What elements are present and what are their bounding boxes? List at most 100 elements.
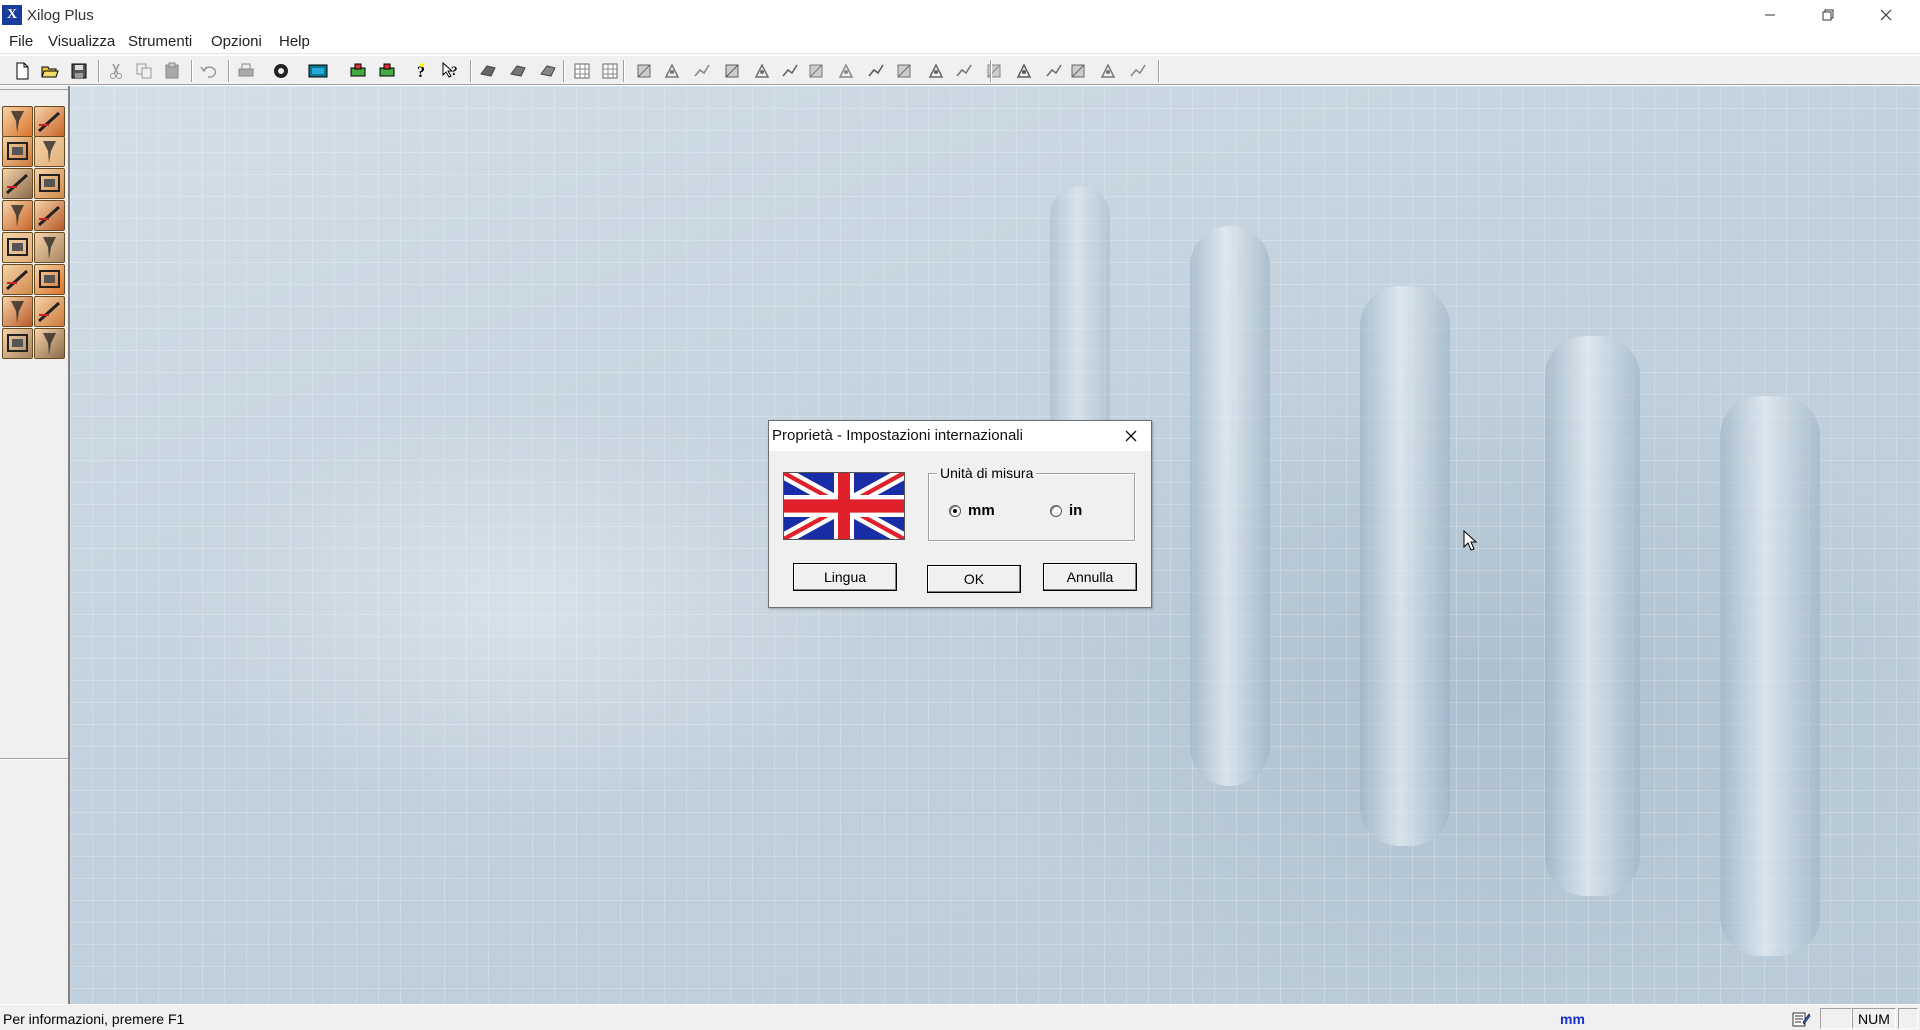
shape-1-button[interactable] <box>476 59 500 83</box>
op-14-button[interactable] <box>1012 59 1036 83</box>
op-15-icon <box>1046 64 1062 77</box>
dialog-close-button[interactable] <box>1111 421 1151 451</box>
cut-button[interactable] <box>104 59 128 83</box>
op-17-button[interactable] <box>1096 59 1120 83</box>
copy-button[interactable] <box>132 59 156 83</box>
fixture-tool-button[interactable] <box>2 328 33 359</box>
op-13-button[interactable] <box>982 59 1006 83</box>
status-message: Per informazioni, premere F1 <box>3 1011 185 1027</box>
boring-tool-button[interactable] <box>34 136 65 167</box>
op-7-button[interactable] <box>804 59 828 83</box>
arc-tool-button[interactable] <box>2 232 33 263</box>
op-9-icon <box>868 64 884 77</box>
menu-help[interactable]: Help <box>279 33 310 50</box>
context-help-button[interactable]: ? <box>439 59 463 83</box>
shape-2-icon <box>510 65 526 77</box>
toolbar-separator <box>470 60 472 82</box>
clamp-tool-button[interactable] <box>34 328 65 359</box>
status-pane <box>1820 1008 1852 1029</box>
op-6-icon <box>782 64 798 77</box>
op-5-icon <box>754 63 770 78</box>
copy-icon <box>136 63 152 79</box>
edit-document-icon <box>1792 1012 1811 1026</box>
grid-2-button[interactable] <box>598 59 622 83</box>
monitor-button[interactable] <box>306 59 330 83</box>
restore-button[interactable] <box>1799 0 1857 30</box>
tool-change-tool-button[interactable] <box>34 232 65 263</box>
tool-palette <box>0 86 70 1004</box>
undo-button[interactable] <box>197 59 221 83</box>
dialog-titlebar[interactable]: Proprietà - Impostazioni internazionali <box>769 421 1151 451</box>
aggregate-tool-button[interactable] <box>2 296 33 327</box>
tool-b-button[interactable] <box>375 59 399 83</box>
menu-opzioni[interactable]: Opzioni <box>211 33 262 50</box>
saw-cut-tool-button[interactable] <box>34 168 65 199</box>
status-edit-button[interactable] <box>1784 1008 1818 1029</box>
op-11-button[interactable] <box>924 59 948 83</box>
machining-tool-button[interactable] <box>34 264 65 295</box>
minimize-button[interactable] <box>1741 0 1799 30</box>
profile-tool-button[interactable] <box>34 296 65 327</box>
op-7-icon <box>809 64 823 78</box>
op-8-button[interactable] <box>834 59 858 83</box>
panel-icon <box>11 111 24 133</box>
save-button[interactable] <box>67 59 91 83</box>
menu-file[interactable]: File <box>9 33 33 50</box>
language-button[interactable]: Lingua <box>793 563 897 591</box>
op-14-icon <box>1016 63 1032 78</box>
op-16-button[interactable] <box>1066 59 1090 83</box>
grid-icon <box>574 63 590 79</box>
op-13-icon <box>987 64 1001 78</box>
unit-radio-mm[interactable]: mm <box>949 502 995 519</box>
background-machine-image <box>1545 336 1640 896</box>
workpiece-tool-button[interactable] <box>2 264 33 295</box>
op-1-icon <box>637 64 651 78</box>
panel-tool-button[interactable] <box>2 106 33 137</box>
op-15-button[interactable] <box>1042 59 1066 83</box>
op-5-button[interactable] <box>750 59 774 83</box>
pocket-tool-button[interactable] <box>34 200 65 231</box>
op-10-button[interactable] <box>892 59 916 83</box>
tool-b-icon <box>379 63 395 77</box>
grid-button[interactable] <box>570 59 594 83</box>
unit-radio-in-label: in <box>1069 502 1083 519</box>
print-button[interactable] <box>234 59 258 83</box>
menu-visualizza[interactable]: Visualizza <box>48 33 115 50</box>
vertical-drill-tool-button[interactable] <box>2 136 33 167</box>
shape-3-button[interactable] <box>536 59 560 83</box>
menu-strumenti[interactable]: Strumenti <box>128 33 192 50</box>
ok-button[interactable]: OK <box>927 565 1021 593</box>
paste-button[interactable] <box>160 59 184 83</box>
radio-checked-icon[interactable] <box>949 504 961 517</box>
drill-down-tool-button[interactable] <box>34 106 65 137</box>
toolbar-separator <box>191 60 193 82</box>
unit-radio-in[interactable]: in <box>1050 502 1082 519</box>
new-file-button[interactable] <box>10 59 34 83</box>
op-2-button[interactable] <box>660 59 684 83</box>
text-engrave-tool-button[interactable] <box>2 200 33 231</box>
op-6-button[interactable] <box>778 59 802 83</box>
op-18-button[interactable] <box>1126 59 1150 83</box>
op-12-button[interactable] <box>952 59 976 83</box>
profile-icon <box>37 301 61 323</box>
text-engrave-icon <box>11 205 24 227</box>
router-tool-button[interactable] <box>2 168 33 199</box>
close-icon <box>1125 430 1137 442</box>
machine-settings-button[interactable] <box>269 59 293 83</box>
op-1-button[interactable] <box>632 59 656 83</box>
help-button[interactable]: ? <box>410 59 434 83</box>
radio-unchecked-icon[interactable] <box>1050 504 1062 517</box>
close-window-button[interactable] <box>1857 0 1915 30</box>
mouse-cursor-icon <box>1463 530 1478 551</box>
tool-a-button[interactable] <box>346 59 370 83</box>
toolbar-separator <box>1158 60 1160 82</box>
op-3-button[interactable] <box>690 59 714 83</box>
op-17-icon <box>1100 63 1116 78</box>
toolbar-separator <box>98 60 100 82</box>
op-4-button[interactable] <box>720 59 744 83</box>
cancel-button[interactable]: Annulla <box>1043 563 1137 591</box>
svg-text:?: ? <box>451 63 458 78</box>
op-9-button[interactable] <box>864 59 888 83</box>
open-button[interactable] <box>38 59 62 83</box>
shape-2-button[interactable] <box>506 59 530 83</box>
